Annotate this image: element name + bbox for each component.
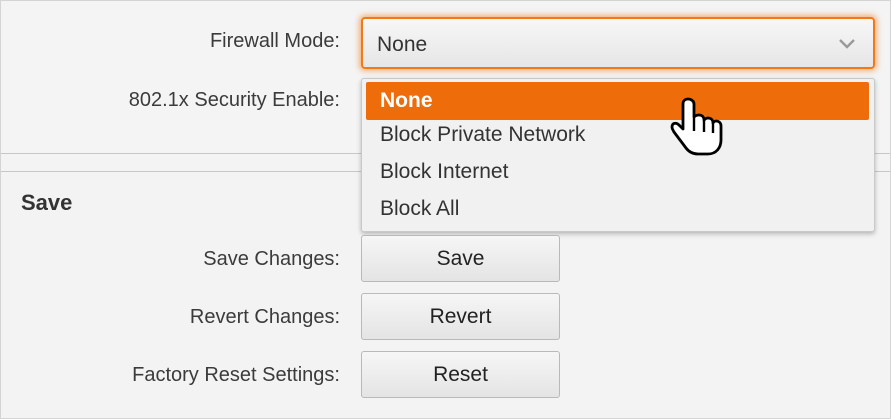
save-button[interactable]: Save [361, 235, 560, 282]
dropdown-option-block-internet[interactable]: Block Internet [380, 160, 508, 184]
reset-button[interactable]: Reset [361, 351, 560, 398]
firewall-mode-value: None [377, 33, 428, 56]
security-enable-label: 802.1x Security Enable: [128, 89, 340, 111]
dropdown-option-block-private-network[interactable]: Block Private Network [380, 123, 585, 147]
hand-cursor-icon [670, 97, 723, 156]
save-changes-label: Save Changes: [203, 248, 340, 270]
firewall-mode-select[interactable]: None [361, 17, 875, 69]
revert-changes-label: Revert Changes: [189, 306, 340, 328]
revert-button[interactable]: Revert [361, 293, 560, 340]
dropdown-option-none[interactable]: None [366, 82, 869, 120]
chevron-down-icon [839, 39, 855, 49]
firewall-mode-label: Firewall Mode: [209, 30, 340, 52]
dropdown-option-block-all[interactable]: Block All [380, 197, 459, 221]
dropdown-option-label: None [380, 89, 433, 112]
firewall-mode-dropdown: None Block Private Network Block Interne… [361, 78, 875, 232]
factory-reset-label: Factory Reset Settings: [132, 364, 340, 386]
section-title: Save [21, 190, 73, 215]
